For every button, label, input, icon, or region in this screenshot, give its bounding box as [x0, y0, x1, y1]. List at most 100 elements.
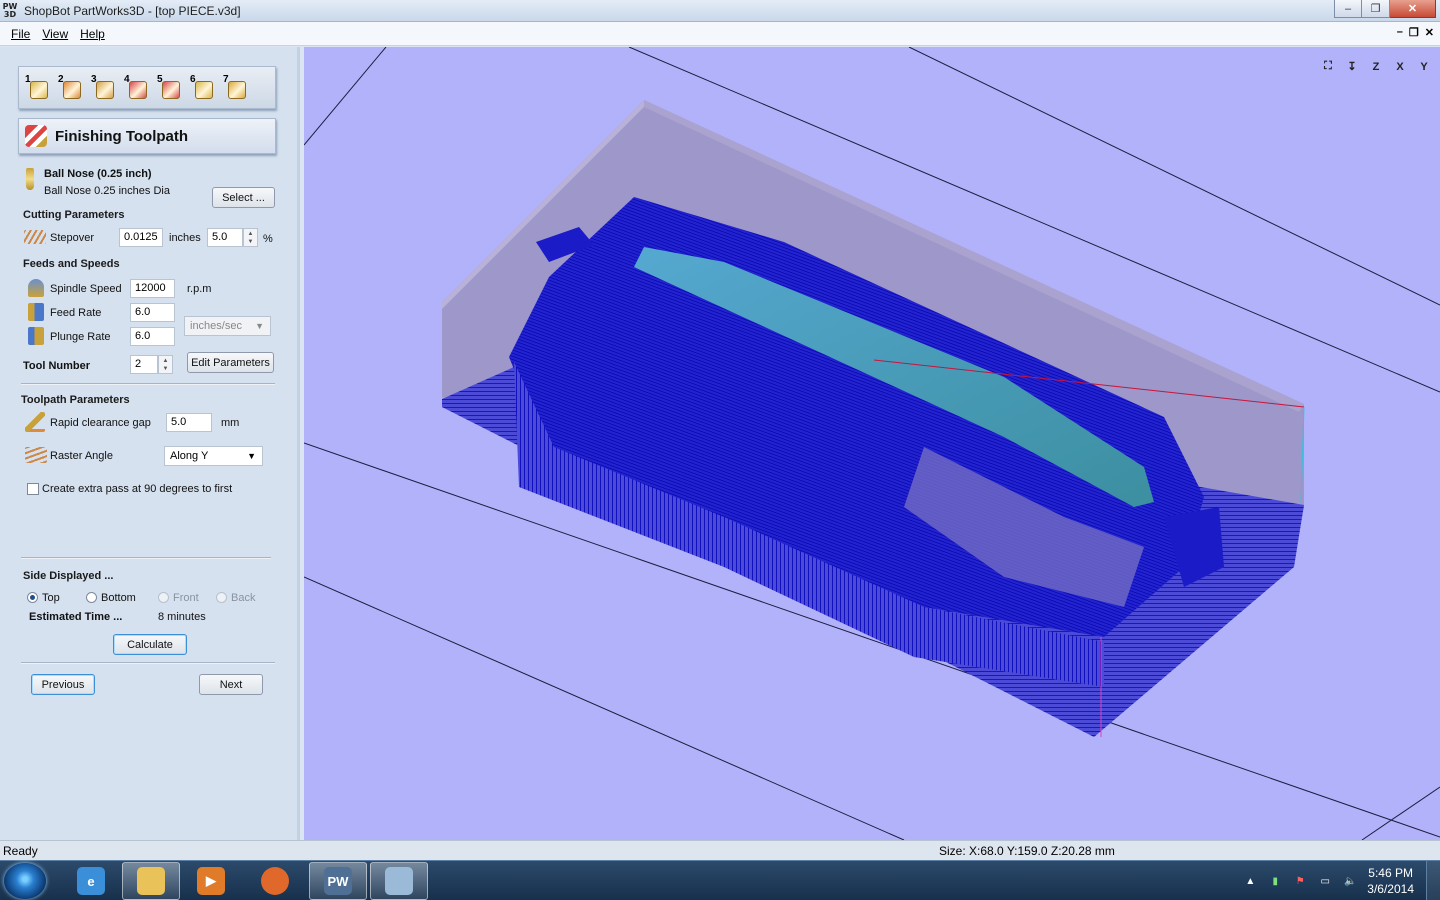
- taskbar-paint-button[interactable]: [370, 862, 428, 900]
- system-tray: ▲ ▮ ⚑ ▭ 🔈 5:46 PM 3/6/2014: [1242, 861, 1440, 900]
- ball-nose-tool-icon: [26, 168, 34, 190]
- step-number: 3: [91, 73, 97, 85]
- menu-view[interactable]: View: [42, 25, 68, 43]
- step-6-button[interactable]: 6: [190, 73, 214, 101]
- action-center-icon[interactable]: ⚑: [1292, 874, 1308, 888]
- spindle-unit: r.p.m: [187, 283, 212, 295]
- clock[interactable]: 5:46 PM 3/6/2014: [1367, 865, 1414, 897]
- paint-icon: [385, 867, 413, 895]
- media-player-icon: ▶: [197, 867, 225, 895]
- feed-rate-input[interactable]: 6.0: [130, 303, 175, 322]
- side-top-radio[interactable]: [27, 592, 38, 603]
- feeds-speeds-title: Feeds and Speeds: [23, 258, 120, 270]
- window-title: ShopBot PartWorks3D - [top PIECE.v3d]: [24, 3, 241, 18]
- cutout-icon: [162, 80, 180, 99]
- extra-pass-checkbox[interactable]: [27, 483, 39, 495]
- network-icon[interactable]: ▮: [1267, 874, 1283, 888]
- rapid-clearance-input[interactable]: 5.0: [166, 413, 212, 432]
- select-tool-button[interactable]: Select ...: [212, 187, 275, 208]
- fit-view-icon[interactable]: ⛶: [1318, 53, 1338, 73]
- show-hidden-icons-icon[interactable]: ▲: [1242, 874, 1258, 888]
- step-1-button[interactable]: 1: [25, 73, 49, 101]
- plunge-rate-label: Plunge Rate: [50, 331, 111, 343]
- stepover-input[interactable]: 0.0125: [119, 228, 163, 247]
- spindle-speed-label: Spindle Speed: [50, 283, 122, 295]
- side-back-radio[interactable]: [216, 592, 227, 603]
- start-button[interactable]: [4, 863, 46, 899]
- step-number: 6: [190, 73, 196, 85]
- taskbar-media-button[interactable]: ▶: [182, 862, 240, 900]
- close-button[interactable]: ✕: [1390, 0, 1436, 18]
- finishing-icon: [129, 80, 147, 99]
- divider: [21, 383, 275, 385]
- side-back-label: Back: [231, 592, 256, 604]
- tool-number-spinner[interactable]: ▲ ▼: [158, 355, 173, 374]
- volume-icon[interactable]: 🔈: [1342, 874, 1358, 888]
- taskbar-ie-button[interactable]: e: [62, 862, 120, 900]
- side-front-label: Front: [173, 592, 199, 604]
- step-number: 7: [223, 73, 229, 85]
- chevron-down-icon: ▼: [247, 451, 256, 461]
- minimize-button[interactable]: –: [1334, 0, 1362, 18]
- calculate-button[interactable]: Calculate: [113, 634, 187, 655]
- spindle-speed-input[interactable]: 12000: [130, 279, 175, 298]
- taskbar-firefox-button[interactable]: [246, 862, 304, 900]
- extra-pass-label: Create extra pass at 90 degrees to first: [42, 483, 233, 495]
- taskbar-explorer-button[interactable]: [122, 862, 180, 900]
- step-3-button[interactable]: 3: [91, 73, 115, 101]
- size-readout: Size: X:68.0 Y:159.0 Z:20.28 mm: [939, 844, 1115, 858]
- stepover-percent-input[interactable]: 5.0: [207, 228, 243, 247]
- display-icon[interactable]: ▭: [1317, 874, 1333, 888]
- firefox-icon: [261, 867, 289, 895]
- roughing-icon: [96, 80, 114, 99]
- y-view-icon[interactable]: Y: [1414, 53, 1434, 73]
- rapid-clearance-unit: mm: [221, 417, 240, 429]
- plunge-rate-input[interactable]: 6.0: [130, 327, 175, 346]
- plunge-rate-icon: [28, 327, 44, 345]
- next-button[interactable]: Next: [199, 674, 263, 695]
- internet-explorer-icon: e: [77, 867, 105, 895]
- tool-number-label: Tool Number: [23, 360, 91, 372]
- block-setup-icon: [30, 80, 48, 99]
- step-number: 1: [25, 73, 31, 85]
- taskbar-partworks-button[interactable]: PW: [309, 862, 367, 900]
- percent-symbol: %: [263, 233, 273, 245]
- side-displayed-title: Side Displayed ...: [23, 570, 114, 582]
- side-front-radio[interactable]: [158, 592, 169, 603]
- estimated-time-value: 8 minutes: [158, 611, 206, 623]
- panel-title: Finishing Toolpath: [55, 127, 189, 145]
- divider: [21, 557, 271, 559]
- menu-help[interactable]: Help: [80, 25, 105, 43]
- tool-name: Ball Nose (0.25 inch): [44, 168, 152, 180]
- step-number: 4: [124, 73, 130, 85]
- side-bottom-radio[interactable]: [86, 592, 97, 603]
- tool-description: Ball Nose 0.25 inches Dia: [44, 185, 170, 197]
- show-desktop-button[interactable]: [1426, 861, 1440, 900]
- raster-angle-icon: [25, 447, 47, 463]
- doc-restore-button[interactable]: ❐: [1409, 26, 1419, 39]
- menu-bar: File View Help – ❐ ✕: [0, 22, 1440, 46]
- step-5-button[interactable]: 5: [157, 73, 181, 101]
- x-view-icon[interactable]: X: [1390, 53, 1410, 73]
- iso-view-icon[interactable]: ↧: [1342, 53, 1362, 73]
- previous-button[interactable]: Previous: [31, 674, 95, 695]
- menu-file[interactable]: File: [11, 25, 30, 43]
- z-view-icon[interactable]: Z: [1366, 53, 1386, 73]
- edit-parameters-button[interactable]: Edit Parameters: [187, 352, 274, 373]
- raster-angle-select[interactable]: Along Y ▼: [164, 446, 263, 466]
- divider: [21, 662, 275, 664]
- maximize-button[interactable]: ❐: [1362, 0, 1390, 18]
- step-7-button[interactable]: 7: [223, 73, 247, 101]
- rate-unit-select[interactable]: inches/sec ▼: [184, 316, 271, 336]
- status-bar: Ready Size: X:68.0 Y:159.0 Z:20.28 mm: [0, 840, 1440, 860]
- 3d-viewport[interactable]: ⛶ ↧ Z X Y: [304, 47, 1440, 840]
- rapid-clearance-label: Rapid clearance gap: [50, 417, 151, 429]
- stepover-label: Stepover: [50, 232, 95, 244]
- doc-close-button[interactable]: ✕: [1425, 26, 1434, 39]
- tool-number-input[interactable]: 2: [130, 355, 158, 374]
- step-2-button[interactable]: 2: [58, 74, 82, 101]
- stepover-spinner[interactable]: ▲ ▼: [243, 228, 258, 247]
- doc-minimize-button[interactable]: –: [1397, 26, 1403, 39]
- step-number: 5: [157, 73, 163, 85]
- step-4-button[interactable]: 4: [124, 73, 148, 101]
